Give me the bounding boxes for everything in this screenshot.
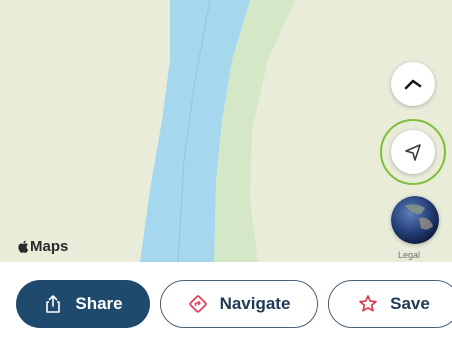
attribution-label: Maps bbox=[30, 238, 69, 255]
save-label: Save bbox=[390, 294, 430, 313]
locate-me-button[interactable] bbox=[391, 130, 435, 174]
share-label: Share bbox=[75, 294, 123, 313]
maps-attribution: Maps bbox=[18, 238, 68, 255]
share-button[interactable]: Share bbox=[16, 280, 150, 328]
action-bar: Share Navigate Save bbox=[0, 262, 452, 342]
navigate-button[interactable]: Navigate bbox=[160, 280, 318, 328]
share-icon bbox=[46, 295, 61, 313]
compass-chevron-icon bbox=[404, 79, 422, 90]
navigate-diamond-icon bbox=[188, 295, 207, 313]
globe-view-button[interactable] bbox=[391, 196, 439, 244]
map-terrain bbox=[140, 0, 295, 262]
compass-button[interactable] bbox=[391, 62, 435, 106]
location-arrow-icon bbox=[405, 144, 421, 161]
navigate-label: Navigate bbox=[219, 294, 291, 313]
globe-icon bbox=[391, 196, 439, 244]
star-outline-icon bbox=[359, 295, 377, 312]
apple-logo-icon bbox=[18, 240, 29, 253]
map-view[interactable]: Maps Legal bbox=[0, 0, 452, 262]
save-button[interactable]: Save bbox=[328, 280, 452, 328]
legal-link[interactable]: Legal bbox=[398, 250, 420, 260]
